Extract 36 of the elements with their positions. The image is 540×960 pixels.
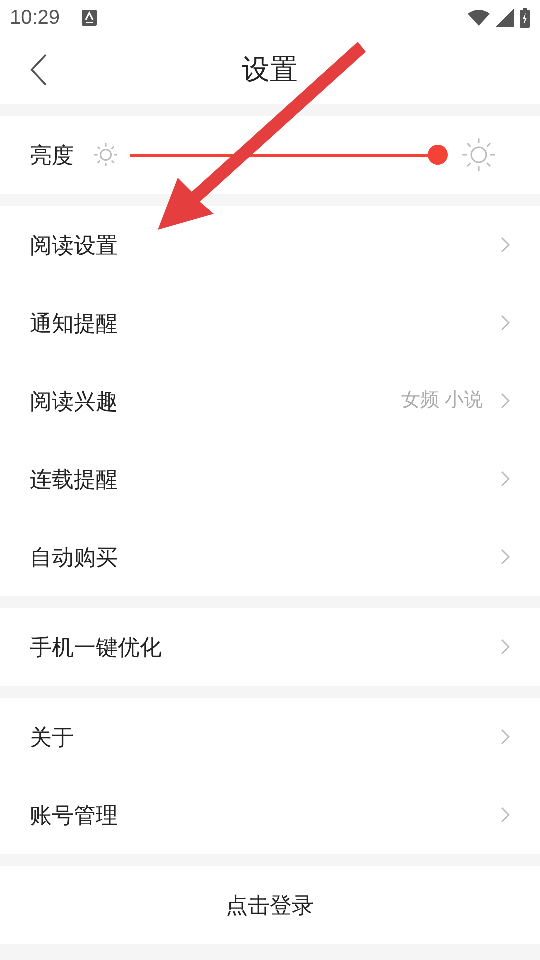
item-label: 手机一键优化 bbox=[30, 634, 162, 662]
battery-icon bbox=[520, 8, 530, 28]
item-label: 关于 bbox=[30, 724, 74, 752]
settings-item[interactable]: 阅读设置 bbox=[0, 206, 540, 284]
chevron-icon bbox=[501, 729, 510, 745]
bright-sun-icon bbox=[462, 138, 496, 172]
settings-item[interactable]: 手机一键优化 bbox=[0, 608, 540, 686]
settings-item[interactable]: 账号管理 bbox=[0, 776, 540, 854]
chevron-icon bbox=[501, 471, 510, 487]
dim-sun-icon bbox=[94, 143, 118, 167]
back-icon[interactable] bbox=[30, 54, 48, 86]
item-label: 通知提醒 bbox=[30, 310, 118, 338]
chevron-icon bbox=[501, 639, 510, 655]
item-label: 阅读设置 bbox=[30, 232, 118, 260]
login-button[interactable]: 点击登录 bbox=[0, 866, 540, 944]
chevron-icon bbox=[501, 315, 510, 331]
brightness-label: 亮度 bbox=[30, 142, 74, 170]
settings-item[interactable]: 自动购买 bbox=[0, 518, 540, 596]
chevron-icon bbox=[501, 237, 510, 253]
settings-item[interactable]: 关于 bbox=[0, 698, 540, 776]
page-title: 设置 bbox=[242, 53, 298, 87]
item-label: 自动购买 bbox=[30, 544, 118, 572]
settings-item[interactable]: 阅读兴趣 女频 小说 bbox=[0, 362, 540, 440]
settings-item[interactable]: 连载提醒 bbox=[0, 440, 540, 518]
chevron-icon bbox=[501, 549, 510, 565]
settings-item[interactable]: 通知提醒 bbox=[0, 284, 540, 362]
keyboard-icon bbox=[82, 10, 98, 26]
item-label: 连载提醒 bbox=[30, 466, 118, 494]
signal-icon bbox=[496, 9, 514, 27]
item-value: 女频 小说 bbox=[402, 388, 483, 413]
status-time: 10:29 bbox=[10, 6, 60, 31]
chevron-icon bbox=[501, 393, 510, 409]
item-label: 账号管理 bbox=[30, 802, 118, 830]
item-label: 阅读兴趣 bbox=[30, 388, 118, 416]
wifi-icon bbox=[468, 10, 490, 26]
chevron-icon bbox=[501, 807, 510, 823]
